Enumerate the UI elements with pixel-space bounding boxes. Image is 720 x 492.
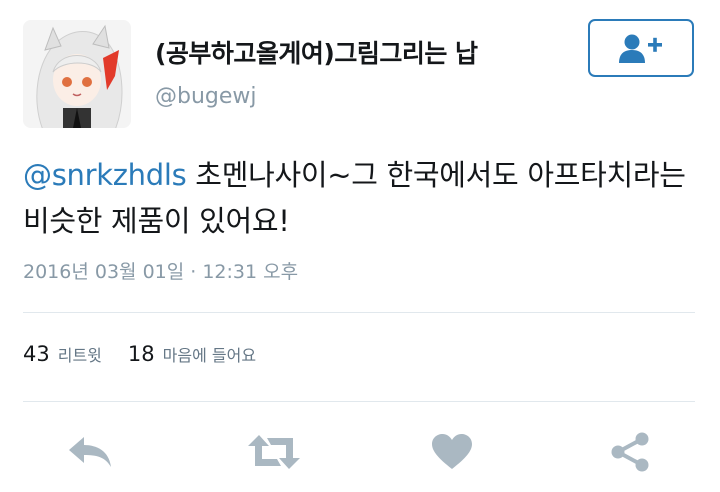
tweet-stats: 43 리트윗 18 마음에 들어요 [23, 342, 282, 366]
retweet-count[interactable]: 43 [23, 342, 50, 366]
share-button[interactable] [606, 428, 654, 476]
user-handle[interactable]: @bugewj [155, 84, 257, 109]
retweet-icon [248, 435, 300, 469]
like-button[interactable] [428, 428, 476, 476]
divider-bottom [23, 401, 695, 402]
retweet-button[interactable] [246, 428, 302, 476]
avatar-illustration [23, 20, 131, 128]
retweet-label[interactable]: 리트윗 [58, 342, 102, 366]
divider-top [23, 312, 695, 313]
avatar[interactable] [23, 20, 131, 128]
like-label[interactable]: 마음에 들어요 [163, 342, 256, 366]
tweet-text: @snrkzhdls 초멘나사이~그 한국에서도 아프타치라는 비슷한 제품이 … [23, 152, 693, 244]
person-plus-icon [619, 34, 662, 63]
like-count[interactable]: 18 [128, 342, 155, 366]
display-name[interactable]: (공부하고올게여)그림그리는 납 [155, 34, 478, 70]
follow-button[interactable] [588, 19, 694, 77]
heart-icon [432, 434, 472, 469]
reply-icon [69, 437, 111, 467]
reply-button[interactable] [66, 428, 114, 476]
mention-link[interactable]: @snrkzhdls [23, 158, 187, 192]
timestamp[interactable]: 2016년 03월 01일 · 12:31 오후 [23, 257, 298, 284]
share-icon [611, 432, 649, 472]
